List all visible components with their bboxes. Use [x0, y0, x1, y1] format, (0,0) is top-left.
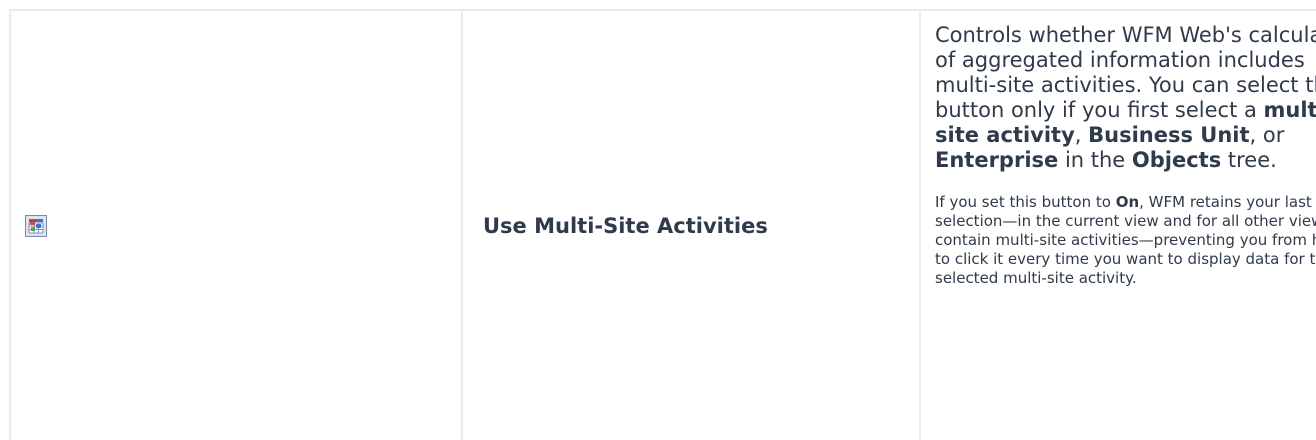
table-row: Use Multi-Site Activities Controls wheth… [11, 11, 1316, 440]
description-paragraph: Controls whether WFM Web's calculation o… [935, 23, 1316, 173]
reference-table: Use Multi-Site Activities Controls wheth… [9, 9, 1316, 440]
description-text: , [1074, 123, 1089, 147]
description-text: in the [1058, 148, 1132, 172]
description-text: tree. [1221, 148, 1277, 172]
toolbar-button-table: Use Multi-Site Activities Controls wheth… [11, 11, 1316, 440]
term-objects: Objects [1131, 148, 1222, 172]
term-enterprise: Enterprise [935, 148, 1059, 172]
description-note: If you set this button to On, WFM retain… [935, 193, 1316, 288]
term-business-unit: Business Unit [1088, 123, 1250, 147]
icon-cell [11, 11, 463, 440]
description-text: Controls whether WFM Web's calculation o… [935, 23, 1316, 122]
multi-site-activities-icon [25, 214, 47, 237]
description-cell: Controls whether WFM Web's calculation o… [920, 11, 1316, 440]
button-name: Use Multi-Site Activities [483, 213, 768, 238]
term-on: On [1115, 193, 1140, 211]
note-text: If you set this button to [935, 193, 1116, 211]
button-name-cell: Use Multi-Site Activities [462, 11, 921, 440]
description-text: , or [1249, 123, 1285, 147]
